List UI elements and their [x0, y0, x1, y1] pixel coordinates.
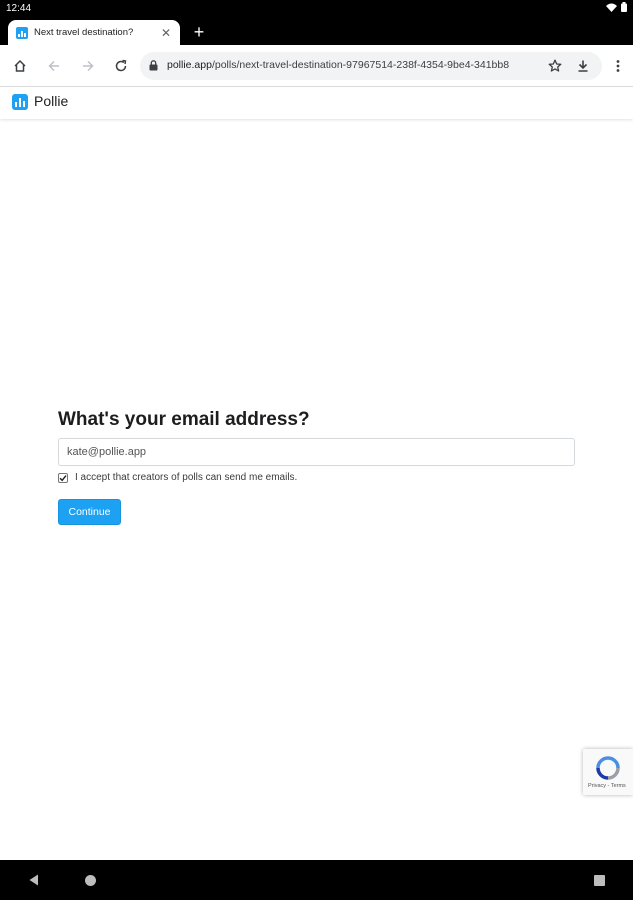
pollie-favicon-icon	[16, 26, 28, 39]
nav-recents-icon[interactable]	[594, 875, 605, 886]
forward-button[interactable]	[77, 55, 99, 77]
battery-icon	[621, 2, 627, 12]
wifi-icon	[606, 3, 617, 12]
pollie-logo-icon[interactable]	[12, 94, 28, 110]
url-domain: pollie.app	[167, 59, 212, 71]
checkmark-icon	[59, 474, 67, 481]
site-header: Pollie	[0, 87, 633, 119]
new-tab-icon[interactable]: +	[190, 22, 208, 42]
recaptcha-icon	[596, 756, 620, 780]
email-field[interactable]	[58, 438, 575, 466]
tab-active[interactable]: Next travel destination? ✕	[8, 20, 180, 45]
status-icons	[606, 2, 627, 12]
consent-checkbox[interactable]	[58, 472, 68, 483]
site-name[interactable]: Pollie	[34, 93, 68, 109]
arrow-back-icon	[48, 60, 59, 72]
download-button[interactable]	[572, 55, 594, 77]
nav-back-icon[interactable]	[29, 874, 39, 886]
status-time: 12:44	[6, 3, 32, 14]
bookmark-button[interactable]	[544, 55, 566, 77]
recaptcha-privacy-terms[interactable]: Privacy - Terms	[588, 783, 626, 789]
url-text: pollie.app/polls/next-travel-destination…	[167, 59, 537, 71]
tab-strip: Next travel destination? ✕ +	[0, 18, 633, 45]
page-title: What's your email address?	[58, 409, 310, 430]
tab-title: Next travel destination?	[34, 27, 134, 38]
star-icon	[548, 59, 562, 72]
consent-row: I accept that creators of polls can send…	[58, 472, 297, 483]
system-nav-bar	[0, 860, 633, 900]
continue-button[interactable]: Continue	[58, 499, 121, 525]
reload-icon	[115, 59, 127, 72]
back-button[interactable]	[43, 55, 65, 77]
home-button[interactable]	[9, 55, 31, 77]
arrow-forward-icon	[83, 60, 94, 72]
reload-button[interactable]	[110, 55, 132, 77]
home-icon	[14, 59, 26, 72]
status-bar: 12:44	[0, 0, 633, 18]
browser-toolbar: pollie.app/polls/next-travel-destination…	[0, 45, 633, 87]
lock-icon	[149, 60, 158, 71]
url-path: /polls/next-travel-destination-97967514-…	[211, 59, 510, 71]
recaptcha-badge[interactable]: Privacy - Terms	[583, 749, 633, 795]
menu-button[interactable]	[607, 55, 629, 77]
tab-close-icon[interactable]: ✕	[160, 27, 172, 39]
more-vert-icon	[616, 60, 620, 72]
address-bar[interactable]: pollie.app/polls/next-travel-destination…	[140, 52, 602, 80]
download-icon	[578, 60, 588, 72]
nav-home-icon[interactable]	[85, 875, 96, 886]
consent-label: I accept that creators of polls can send…	[75, 472, 298, 483]
